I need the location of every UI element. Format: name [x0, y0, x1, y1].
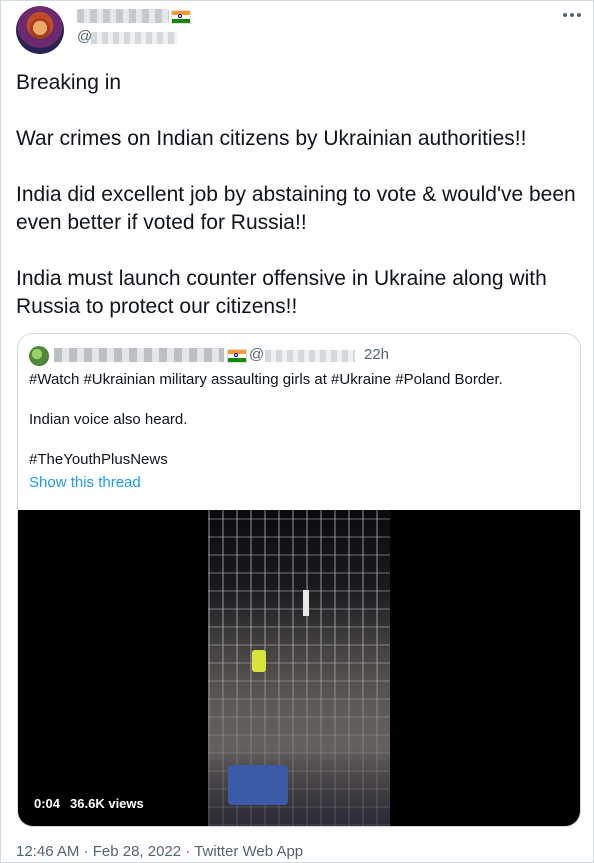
- quoted-author-handle[interactable]: @: [249, 346, 264, 363]
- india-flag-icon: [227, 349, 247, 363]
- tweet-paragraph: War crimes on Indian citizens by Ukraini…: [16, 127, 527, 150]
- video-duration: 0:04: [34, 796, 61, 811]
- more-horizontal-icon[interactable]: [563, 13, 581, 19]
- quoted-author-name-redacted[interactable]: [54, 348, 224, 362]
- thumbnail-luggage: [228, 765, 288, 805]
- tweet-card: @ Breaking in War crimes on Indian citiz…: [0, 0, 594, 863]
- tweet-paragraph: Breaking in: [16, 71, 122, 94]
- quoted-paragraph: #TheYouthPlusNews: [29, 451, 168, 468]
- tweet-text: Breaking in War crimes on Indian citizen…: [16, 69, 586, 321]
- tweet-time[interactable]: 12:46 AM: [16, 843, 79, 860]
- tweet-paragraph: India must launch counter offensive in U…: [16, 267, 547, 318]
- quoted-tweet-text: #Watch #Ukrainian military assaulting gi…: [29, 370, 569, 490]
- author-avatar[interactable]: [16, 6, 64, 54]
- author-name-redacted[interactable]: [77, 9, 169, 23]
- show-thread-link[interactable]: Show this thread: [29, 474, 141, 491]
- thumbnail-person: [252, 650, 266, 672]
- meta-separator: ·: [79, 843, 93, 860]
- author-handle[interactable]: @: [77, 28, 92, 45]
- tweet-meta: 12:46 AM · Feb 28, 2022 · Twitter Web Ap…: [16, 843, 303, 860]
- video-views: 36.6K views: [70, 796, 144, 811]
- tweet-source: Twitter Web App: [194, 843, 304, 860]
- india-flag-icon: [171, 10, 191, 24]
- meta-separator: ·: [181, 843, 195, 860]
- video-stats: 0:04 36.6K views: [34, 796, 144, 811]
- video-thumbnail: [208, 510, 390, 826]
- video-player[interactable]: 0:04 36.6K views: [18, 510, 580, 826]
- tweet-date[interactable]: Feb 28, 2022: [93, 843, 181, 860]
- tweet-paragraph: India did excellent job by abstaining to…: [16, 183, 576, 234]
- thumbnail-pole: [303, 590, 309, 616]
- quoted-timestamp[interactable]: 22h: [364, 346, 389, 363]
- quoted-handle-redacted: [265, 350, 355, 362]
- quoted-tweet[interactable]: @ 22h #Watch #Ukrainian military assault…: [17, 333, 581, 827]
- quoted-author-avatar[interactable]: [29, 346, 49, 366]
- quoted-paragraph: #Watch #Ukrainian military assaulting gi…: [29, 371, 503, 388]
- quoted-paragraph: Indian voice also heard.: [29, 411, 188, 428]
- author-handle-redacted: [91, 32, 177, 44]
